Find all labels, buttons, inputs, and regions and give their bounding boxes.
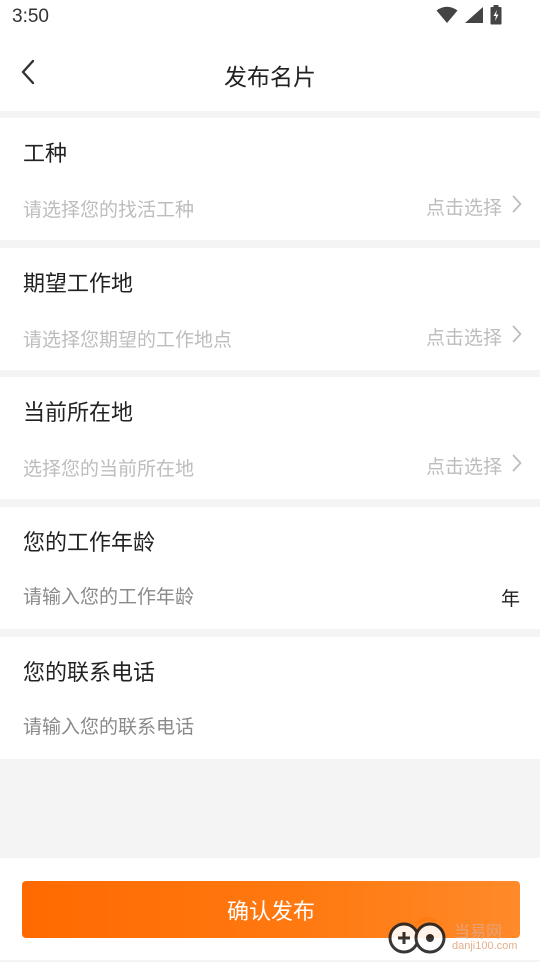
current-location-selector[interactable]: 选择您的当前所在地 点击选择 (0, 442, 540, 492)
row-placeholder: 请选择您期望的工作地点 (23, 329, 233, 351)
select-action-label: 点击选择 (425, 326, 502, 349)
watermark-logo-icon (386, 914, 450, 962)
section-title: 期望工作地 (23, 272, 134, 297)
work-type-selector[interactable]: 请选择您的找活工种 点击选择 (0, 183, 540, 233)
row-placeholder: 选择您的当前所在地 (23, 458, 195, 480)
battery-icon (490, 5, 502, 29)
phone-input[interactable] (23, 712, 483, 742)
section-title: 您的工作年龄 (23, 531, 156, 556)
expected-location-selector[interactable]: 请选择您期望的工作地点 点击选择 (0, 313, 540, 363)
watermark-brand: 当易网 (454, 922, 503, 941)
select-action[interactable]: 点击选择 (426, 452, 522, 478)
years-unit-label: 年 (500, 588, 520, 610)
chevron-right-icon (512, 454, 522, 476)
select-action[interactable]: 点击选择 (426, 323, 522, 349)
navigation-bar: 发布名片 (0, 36, 540, 111)
row-placeholder: 请选择您的找活工种 (23, 199, 195, 221)
section-work-years: 您的工作年龄 年 (0, 507, 540, 629)
chevron-right-icon (512, 325, 522, 347)
status-bar: 3:50 (0, 0, 540, 36)
section-current-location: 当前所在地 选择您的当前所在地 点击选择 (0, 377, 540, 499)
signal-icon (464, 6, 484, 28)
section-expected-location: 期望工作地 请选择您期望的工作地点 点击选择 (0, 248, 540, 370)
select-action[interactable]: 点击选择 (426, 193, 522, 219)
watermark-domain: danji100.com (452, 940, 518, 952)
select-action-label: 点击选择 (425, 455, 502, 478)
wifi-icon (436, 6, 458, 28)
section-phone: 您的联系电话 (0, 637, 540, 759)
section-title: 工种 (23, 142, 68, 167)
section-work-type: 工种 请选择您的找活工种 点击选择 (0, 118, 540, 240)
watermark: 当易网 danji100.com (386, 910, 536, 960)
status-icons (436, 5, 502, 29)
work-years-row: 年 (0, 572, 540, 622)
status-time: 3:50 (12, 6, 49, 27)
page-title: 发布名片 (224, 65, 316, 91)
work-years-input[interactable] (23, 582, 483, 612)
select-action-label: 点击选择 (425, 196, 502, 219)
chevron-right-icon (512, 195, 522, 217)
section-title: 当前所在地 (23, 401, 134, 426)
phone-row (0, 702, 540, 752)
section-title: 您的联系电话 (23, 661, 156, 686)
